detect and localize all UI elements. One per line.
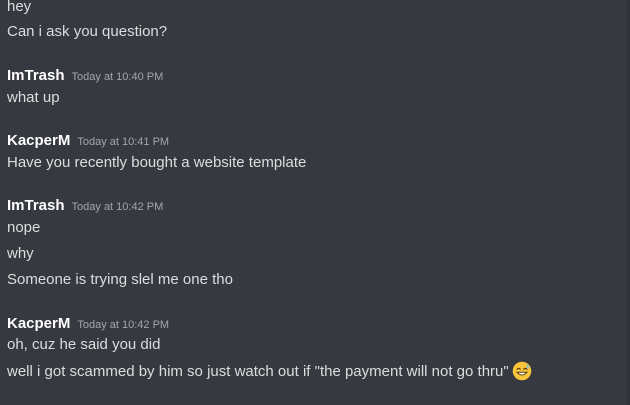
- author-name[interactable]: KacperM: [7, 132, 70, 149]
- message-text: Have you recently bought a website templ…: [7, 154, 307, 171]
- message-timestamp: Today at 10:40 PM: [71, 71, 164, 83]
- message-text: nope: [7, 219, 41, 236]
- message-timestamp: Today at 10:41 PM: [77, 136, 170, 148]
- message-text: what up: [7, 89, 60, 106]
- author-name[interactable]: ImTrash: [7, 197, 65, 214]
- author-name[interactable]: KacperM: [7, 315, 70, 332]
- scroll-edge-shadow: [624, 0, 630, 405]
- message-line: well i got scammed by him so just watch …: [7, 361, 532, 382]
- grinning-sweat-face-icon[interactable]: [512, 361, 532, 381]
- message-timestamp: Today at 10:42 PM: [77, 319, 170, 331]
- message-text: well i got scammed by him so just watch …: [7, 363, 509, 380]
- message-text: Someone is trying slel me one tho: [7, 271, 233, 288]
- message-text: hey: [7, 0, 32, 15]
- author-name[interactable]: ImTrash: [7, 67, 65, 84]
- message-text: why: [7, 245, 34, 262]
- message-timestamp: Today at 10:42 PM: [71, 201, 164, 213]
- chat-messages-area[interactable]: hey Can i ask you question? ImTrash Today…: [0, 0, 630, 405]
- message-header: ImTrash Today at 10:42 PM: [7, 196, 163, 216]
- message-header: ImTrash Today at 10:40 PM: [7, 66, 163, 86]
- message-header: KacperM Today at 10:42 PM: [7, 314, 169, 334]
- message-text: oh, cuz he said you did: [7, 336, 161, 353]
- message-text: Can i ask you question?: [7, 23, 168, 40]
- message-header: KacperM Today at 10:41 PM: [7, 131, 169, 151]
